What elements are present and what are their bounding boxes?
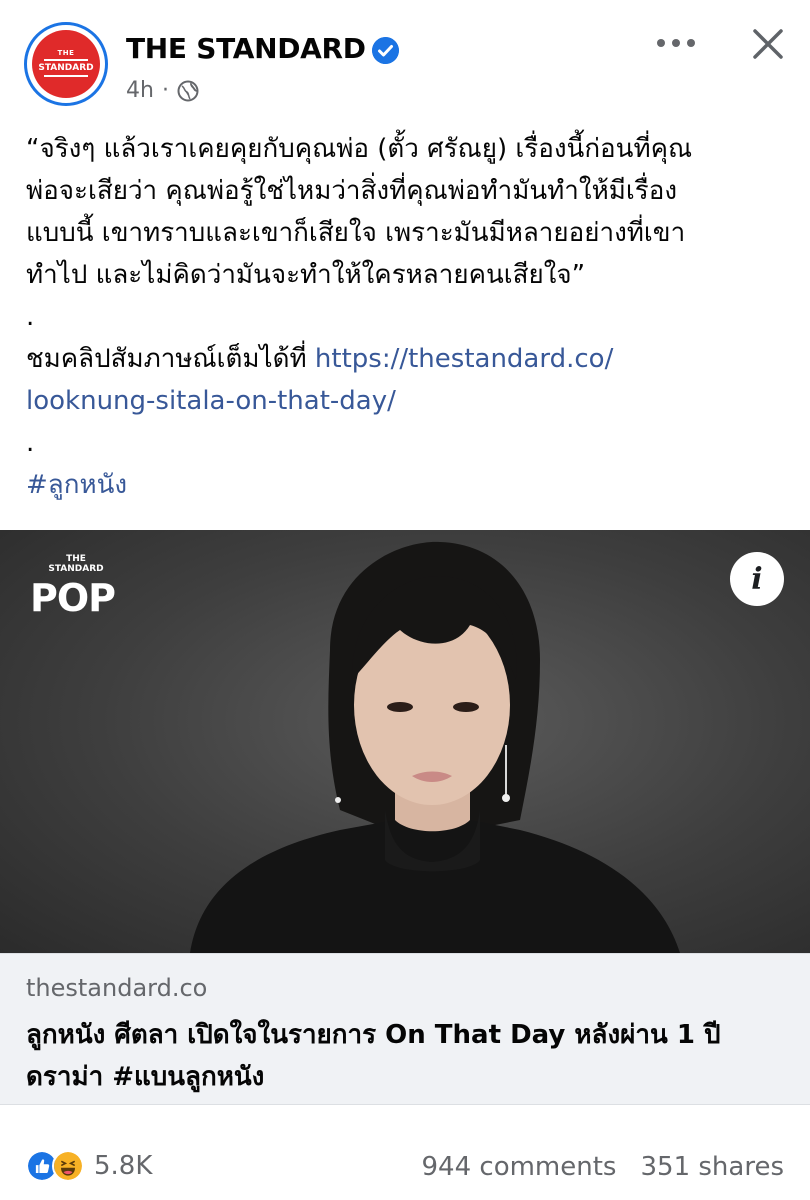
post-text-line: . — [26, 428, 35, 458]
close-icon[interactable] — [750, 26, 786, 62]
link-domain: thestandard.co — [26, 974, 208, 1002]
page-logo: THE STANDARD — [32, 30, 100, 98]
post-time[interactable]: 4h — [126, 78, 154, 103]
globe-icon — [177, 80, 199, 101]
link-headline: ลูกหนัง ศีตลา เปิดใจในรายการ On That Day… — [26, 1020, 721, 1092]
post-text-line: แบบนี้ เขาทราบและเขาก็เสียใจ เพราะมันมีห… — [26, 218, 686, 248]
post-body: “จริงๆ แล้วเราเคยคุยกับคุณพ่อ (ตั้ว ศรัณ… — [26, 128, 796, 506]
haha-icon — [52, 1150, 84, 1182]
verified-icon — [372, 37, 399, 64]
post-text-line: “จริงๆ แล้วเราเคยคุยกับคุณพ่อ (ตั้ว ศรัณ… — [26, 134, 693, 164]
meta-separator: · — [161, 78, 169, 103]
brand-pop-logo: POP — [30, 576, 116, 620]
shares-count[interactable]: 351 shares — [640, 1152, 784, 1182]
comments-count[interactable]: 944 comments — [422, 1152, 617, 1182]
brand-small-text: THE STANDARD — [46, 554, 106, 574]
reaction-count: 5.8K — [94, 1151, 153, 1181]
post-text-line: . — [26, 302, 35, 332]
hashtag-link[interactable]: #ลูกหนัง — [26, 464, 796, 506]
post-header: THE STANDARD THE STANDARD 4h · — [0, 0, 810, 120]
more-icon[interactable] — [654, 34, 698, 52]
clip-prefix: ชมคลิปสัมภาษณ์เต็มได้ที่ — [26, 344, 315, 374]
reactions-summary[interactable]: 5.8K — [26, 1150, 152, 1182]
logo-text-bottom: STANDARD — [38, 63, 94, 73]
clip-line: ชมคลิปสัมภาษณ์เต็มได้ที่ https://thestan… — [26, 338, 796, 380]
logo-divider — [44, 75, 88, 77]
page-name[interactable]: THE STANDARD — [126, 32, 366, 65]
logo-divider — [44, 59, 88, 61]
link-card[interactable]: thestandard.co ลูกหนัง ศีตลา เปิดใจในราย… — [0, 953, 810, 1105]
article-link-part1[interactable]: https://thestandard.co/ — [315, 344, 613, 374]
link-preview-image[interactable]: THE STANDARD POP — [0, 530, 810, 953]
brand-small-bottom: STANDARD — [48, 564, 104, 574]
post-meta: 4h · — [126, 78, 199, 103]
article-link-part2[interactable]: looknung-sitala-on-that-day/ — [26, 380, 796, 422]
portrait-illustration — [190, 541, 680, 953]
page-avatar[interactable]: THE STANDARD — [24, 22, 108, 106]
post-stats: 944 comments 351 shares — [422, 1152, 784, 1182]
post-text-line: ทำไป และไม่คิดว่ามันจะทำให้ใครหลายคนเสีย… — [26, 260, 586, 290]
brand-small-top: THE — [66, 554, 86, 564]
info-icon[interactable]: i — [730, 552, 784, 606]
logo-text-top: THE — [57, 49, 75, 57]
post-text-line: พ่อจะเสียว่า คุณพ่อรู้ใช่ไหมว่าสิ่งที่คุ… — [26, 176, 678, 206]
post-footer: 5.8K 944 comments 351 shares — [0, 1140, 810, 1200]
